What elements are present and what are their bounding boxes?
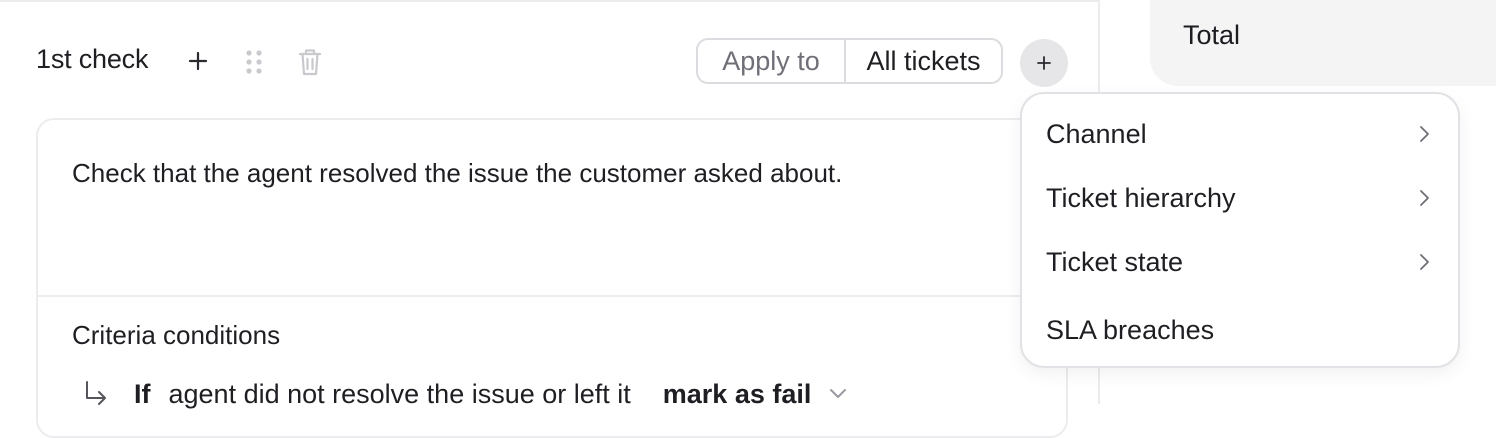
- menu-item-label: SLA breaches: [1046, 314, 1215, 345]
- condition-text[interactable]: agent did not resolve the issue or left …: [169, 379, 631, 410]
- check-editor-panel: 1st check Apply to All tickets Check tha…: [0, 0, 1100, 438]
- chevron-right-icon: [1420, 254, 1429, 270]
- card-divider: [38, 295, 1066, 297]
- menu-item-channel[interactable]: Channel: [1046, 109, 1434, 159]
- menu-item-label: Ticket state: [1046, 246, 1184, 277]
- trash-icon[interactable]: [297, 47, 323, 77]
- apply-to-label: Apply to: [698, 40, 846, 82]
- plus-icon: [1037, 56, 1051, 70]
- menu-item-sla-breaches[interactable]: SLA breaches: [1046, 305, 1434, 355]
- check-card: Check that the agent resolved the issue …: [36, 118, 1068, 438]
- filter-dropdown-menu: Channel Ticket hierarchy Ticket state SL…: [1020, 92, 1460, 368]
- menu-item-label: Channel: [1046, 118, 1147, 149]
- menu-item-ticket-state[interactable]: Ticket state: [1046, 237, 1434, 287]
- menu-item-label: Ticket hierarchy: [1046, 182, 1236, 213]
- criteria-conditions-title: Criteria conditions: [72, 320, 281, 350]
- condition-row: If agent did not resolve the issue or le…: [82, 376, 847, 412]
- apply-to-value[interactable]: All tickets: [846, 40, 1001, 82]
- plus-icon[interactable]: [186, 49, 210, 73]
- condition-if-label: If: [134, 378, 151, 409]
- check-title: 1st check: [36, 44, 149, 74]
- summary-panel: Total: [1150, 0, 1496, 86]
- condition-action[interactable]: mark as fail: [663, 379, 812, 410]
- check-description[interactable]: Check that the agent resolved the issue …: [72, 158, 842, 189]
- add-filter-button[interactable]: [1020, 39, 1068, 87]
- chevron-right-icon: [1420, 126, 1429, 142]
- drag-handle-icon[interactable]: [244, 48, 264, 76]
- apply-to-selector[interactable]: Apply to All tickets: [696, 38, 1003, 84]
- chevron-down-icon[interactable]: [829, 388, 847, 400]
- total-label: Total: [1183, 20, 1241, 50]
- chevron-right-icon: [1420, 190, 1429, 206]
- menu-item-ticket-hierarchy[interactable]: Ticket hierarchy: [1046, 173, 1434, 223]
- return-arrow-icon: [86, 381, 106, 405]
